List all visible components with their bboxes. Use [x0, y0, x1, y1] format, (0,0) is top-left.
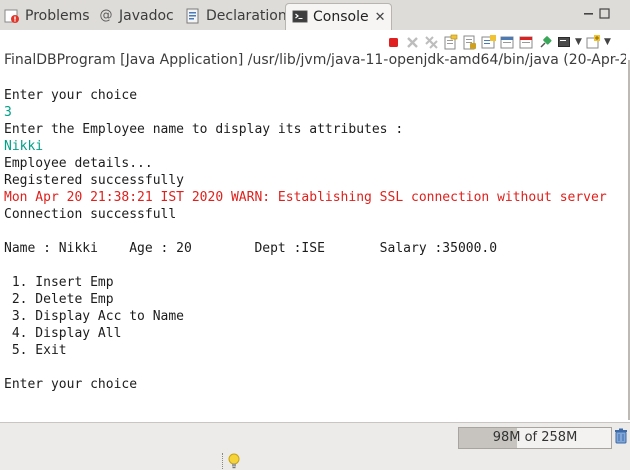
tab-label: Problems [25, 8, 90, 24]
console-output-line: Enter the Employee name to display its a… [4, 122, 404, 137]
lightbulb-icon[interactable] [228, 453, 240, 469]
trash-icon[interactable] [614, 428, 628, 444]
declaration-icon [186, 8, 199, 24]
display-selected-console-icon[interactable] [556, 34, 573, 51]
console-output-line: 5. Exit [4, 343, 67, 358]
tab-console[interactable]: Console ✕ [285, 3, 393, 30]
console-output-line: Registered successfully [4, 173, 185, 188]
tab-label: Declaration [206, 8, 287, 24]
chevron-down-icon[interactable]: ▼ [575, 37, 583, 47]
heap-label: 98M of 258M [492, 430, 578, 445]
console-output-line: 3. Display Acc to Name [4, 309, 185, 324]
console-output-line: Enter your choice [4, 88, 138, 103]
open-console-icon[interactable] [585, 34, 602, 51]
console-output-line: Connection successfull [4, 207, 177, 222]
console-output-line: Employee details... [4, 156, 153, 171]
tab-label: Console [313, 9, 369, 25]
console-output-line: 1. Insert Emp [4, 275, 114, 290]
word-wrap-icon[interactable] [480, 34, 497, 51]
tab-problems[interactable]: Problems [4, 3, 90, 29]
console-toolbar: ▼ ▼ [385, 32, 612, 52]
problems-icon [4, 9, 19, 23]
view-tab-bar: Problems @ Javadoc Declaration Console ✕ [0, 0, 630, 31]
clear-console-icon[interactable] [442, 34, 459, 51]
scroll-lock-icon[interactable] [461, 34, 478, 51]
launch-description: FinalDBProgram [Java Application] /usr/l… [4, 52, 626, 68]
console-output-line: 4. Display All [4, 326, 122, 341]
console-view: ▼ ▼ FinalDBProgram [Java Application] /u… [0, 30, 630, 423]
console-output-line: Enter your choice [4, 377, 138, 392]
close-icon[interactable]: ✕ [375, 10, 386, 25]
status-bar: 98M of 258M [0, 423, 630, 470]
maximize-icon[interactable] [599, 8, 610, 19]
show-on-error-icon[interactable] [518, 34, 535, 51]
pin-console-icon[interactable] [537, 34, 554, 51]
terminate-icon[interactable] [385, 34, 402, 51]
console-input-line: Nikki [4, 139, 44, 154]
minimize-icon[interactable] [583, 8, 594, 19]
remove-all-terminated-icon[interactable] [423, 34, 440, 51]
console-error-line: Mon Apr 20 21:38:21 IST 2020 WARN: Estab… [4, 190, 607, 205]
heap-status[interactable]: 98M of 258M [458, 427, 612, 449]
remove-launch-icon[interactable] [404, 34, 421, 51]
javadoc-icon: @ [99, 8, 113, 23]
tab-javadoc[interactable]: @ Javadoc [98, 3, 174, 29]
console-output-line: 2. Delete Emp [4, 292, 114, 307]
status-separator [222, 453, 225, 469]
console-input-line: 3 [4, 105, 12, 120]
tab-label: Javadoc [119, 8, 174, 24]
console-output[interactable]: Enter your choice 3 Enter the Employee nam… [4, 87, 626, 393]
console-output-line: Name : Nikki Age : 20 Dept :ISE Salary :… [4, 241, 498, 256]
console-icon [292, 10, 308, 23]
show-on-output-icon[interactable] [499, 34, 516, 51]
tab-declaration[interactable]: Declaration [185, 3, 287, 29]
chevron-down-icon[interactable]: ▼ [604, 37, 612, 47]
